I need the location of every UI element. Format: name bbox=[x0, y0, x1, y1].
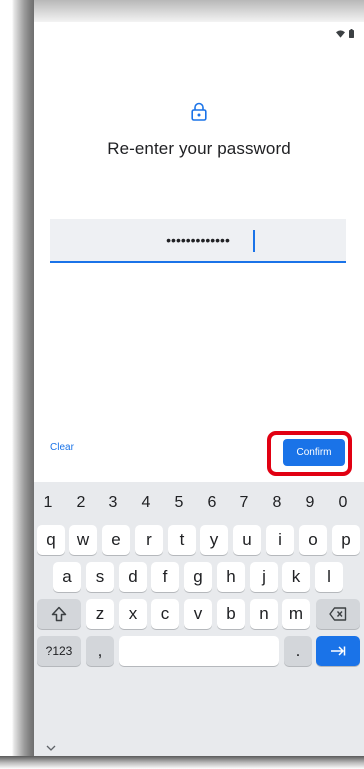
key-8[interactable]: 8 bbox=[267, 488, 287, 518]
key-t[interactable]: t bbox=[168, 525, 196, 555]
key-y[interactable]: y bbox=[200, 525, 228, 555]
key-h[interactable]: h bbox=[217, 562, 245, 592]
shift-icon bbox=[51, 606, 67, 622]
status-icons bbox=[336, 29, 354, 38]
enter-key[interactable] bbox=[316, 636, 360, 666]
key-w[interactable]: w bbox=[69, 525, 97, 555]
status-bar bbox=[34, 22, 364, 46]
key-o[interactable]: o bbox=[299, 525, 327, 555]
key-r[interactable]: r bbox=[135, 525, 163, 555]
key-m[interactable]: m bbox=[282, 599, 310, 629]
text-cursor bbox=[253, 230, 255, 252]
comma-key[interactable]: , bbox=[86, 636, 114, 666]
key-4[interactable]: 4 bbox=[136, 488, 156, 518]
letter-row-2: a s d f g h j k l bbox=[34, 562, 364, 592]
key-q[interactable]: q bbox=[37, 525, 65, 555]
key-d[interactable]: d bbox=[119, 562, 147, 592]
key-3[interactable]: 3 bbox=[103, 488, 123, 518]
confirm-button[interactable]: Confirm bbox=[283, 439, 345, 466]
key-b[interactable]: b bbox=[217, 599, 245, 629]
clear-button[interactable]: Clear bbox=[50, 442, 74, 453]
shift-key[interactable] bbox=[37, 599, 81, 629]
letter-row-3: z x c v b n m bbox=[34, 599, 364, 629]
key-z[interactable]: z bbox=[86, 599, 114, 629]
key-7[interactable]: 7 bbox=[234, 488, 254, 518]
key-v[interactable]: v bbox=[184, 599, 212, 629]
page-title: Re-enter your password bbox=[107, 139, 291, 158]
soft-keyboard: 1 2 3 4 5 6 7 8 9 0 q w e r t y u i o p … bbox=[34, 482, 364, 756]
letter-row-1: q w e r t y u i o p bbox=[34, 525, 364, 555]
key-i[interactable]: i bbox=[266, 525, 294, 555]
key-e[interactable]: e bbox=[102, 525, 130, 555]
key-1[interactable]: 1 bbox=[38, 488, 58, 518]
key-a[interactable]: a bbox=[53, 562, 81, 592]
backspace-icon bbox=[329, 607, 347, 621]
symbols-key[interactable]: ?123 bbox=[37, 636, 81, 666]
space-key[interactable] bbox=[119, 636, 279, 666]
phone-screen: Re-enter your password ••••••••••••• Cle… bbox=[34, 22, 364, 756]
enter-icon bbox=[331, 646, 346, 656]
key-s[interactable]: s bbox=[86, 562, 114, 592]
battery-icon bbox=[349, 29, 354, 38]
window-shadow-bottom bbox=[0, 756, 364, 769]
window-shadow-left bbox=[0, 0, 34, 769]
key-l[interactable]: l bbox=[315, 562, 343, 592]
period-key[interactable]: . bbox=[284, 636, 312, 666]
window-shadow-top bbox=[0, 0, 364, 22]
chevron-down-icon[interactable] bbox=[46, 738, 56, 756]
key-k[interactable]: k bbox=[282, 562, 310, 592]
key-j[interactable]: j bbox=[250, 562, 278, 592]
key-2[interactable]: 2 bbox=[71, 488, 91, 518]
key-p[interactable]: p bbox=[332, 525, 360, 555]
key-n[interactable]: n bbox=[250, 599, 278, 629]
number-row: 1 2 3 4 5 6 7 8 9 0 bbox=[34, 488, 364, 518]
key-x[interactable]: x bbox=[119, 599, 147, 629]
key-g[interactable]: g bbox=[184, 562, 212, 592]
key-c[interactable]: c bbox=[151, 599, 179, 629]
password-input[interactable]: ••••••••••••• bbox=[50, 219, 346, 263]
key-6[interactable]: 6 bbox=[202, 488, 222, 518]
key-f[interactable]: f bbox=[151, 562, 179, 592]
backspace-key[interactable] bbox=[316, 599, 360, 629]
lock-icon bbox=[191, 102, 207, 126]
password-value: ••••••••••••• bbox=[166, 232, 230, 248]
key-u[interactable]: u bbox=[233, 525, 261, 555]
key-5[interactable]: 5 bbox=[169, 488, 189, 518]
wifi-icon bbox=[336, 29, 345, 38]
bottom-key-row: ?123 , . bbox=[34, 636, 364, 666]
key-9[interactable]: 9 bbox=[300, 488, 320, 518]
key-0[interactable]: 0 bbox=[333, 488, 353, 518]
